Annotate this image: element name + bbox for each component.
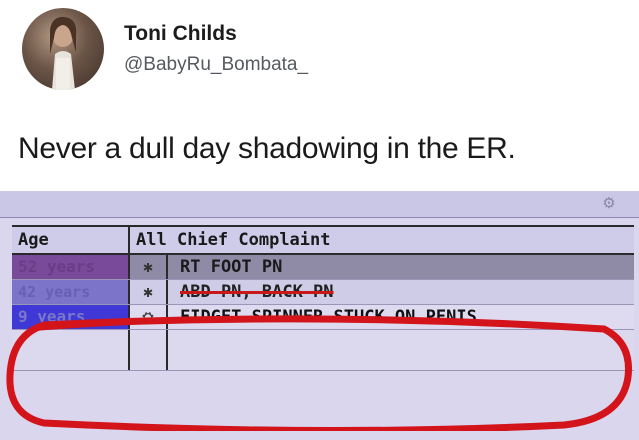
empty-table-row[interactable] xyxy=(12,330,634,371)
age-cell: 42 years xyxy=(12,280,130,304)
tweet-header: Toni Childs @BabyRu_Bombata_ xyxy=(22,8,622,98)
age-column-header[interactable]: Age xyxy=(12,227,130,253)
avatar-photo-icon xyxy=(50,16,77,90)
status-cell: ✱ xyxy=(130,280,168,304)
er-toolbar: ⚙ xyxy=(0,191,639,218)
gear-icon[interactable]: ⚙ xyxy=(601,196,617,212)
complaint-column-header[interactable]: All Chief Complaint xyxy=(136,227,331,253)
status-cell: ✱ xyxy=(130,255,168,279)
age-cell: 52 years xyxy=(12,255,130,279)
complaint-cell: RT FOOT PN xyxy=(180,257,283,277)
dot-icon: ✱ xyxy=(143,282,153,301)
table-row[interactable]: 9 years ⛭ FIDGET SPINNER STUCK ON PENIS xyxy=(12,305,634,330)
bike-icon: ⛭ xyxy=(142,310,154,326)
author-name[interactable]: Toni Childs xyxy=(124,22,237,46)
table-row[interactable]: 42 years ✱ ABD PN, BACK PN xyxy=(12,280,634,305)
age-cell xyxy=(12,330,130,370)
dot-icon: ✱ xyxy=(143,257,153,276)
status-cell: ⛭ xyxy=(130,305,168,329)
table-row[interactable]: 52 years ✱ RT FOOT PN xyxy=(12,255,634,280)
author-handle[interactable]: @BabyRu_Bombata_ xyxy=(124,54,308,76)
age-cell: 9 years xyxy=(12,305,130,329)
complaint-cell: FIDGET SPINNER STUCK ON PENIS xyxy=(180,307,477,327)
patient-grid: Age All Chief Complaint 52 years ✱ RT FO… xyxy=(12,225,634,371)
avatar[interactable] xyxy=(22,8,104,90)
chief-complaint-label: Chief Complaint xyxy=(176,230,331,250)
er-tracking-board-screenshot: ⚙ Age All Chief Complaint 52 years ✱ RT … xyxy=(0,191,639,440)
all-label: All xyxy=(136,230,167,250)
grid-header-row: Age All Chief Complaint xyxy=(12,227,634,255)
status-cell xyxy=(130,330,168,370)
tweet-text: Never a dull day shadowing in the ER. xyxy=(18,132,516,165)
complaint-cell: ABD PN, BACK PN xyxy=(180,282,334,302)
